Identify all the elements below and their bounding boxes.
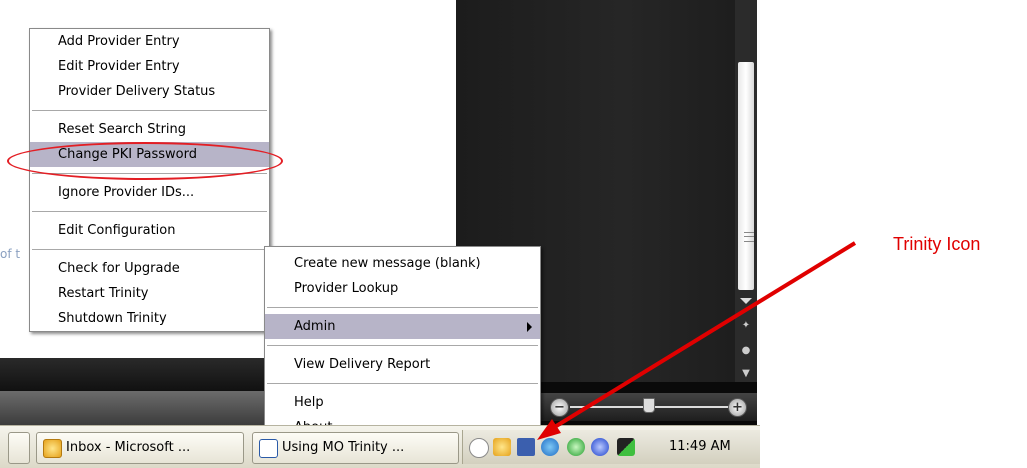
annotation-arrow — [537, 241, 857, 440]
